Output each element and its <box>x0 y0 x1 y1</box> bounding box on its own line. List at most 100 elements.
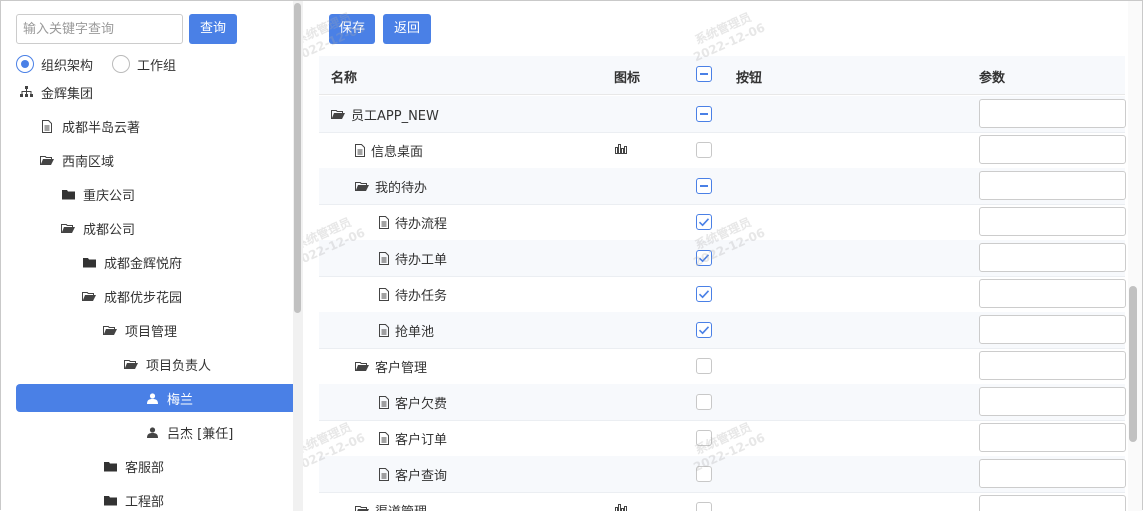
table-row: 渠道管理 <box>319 492 1125 511</box>
tree-node[interactable]: 成都金辉悦府 <box>82 248 182 276</box>
row-name: 渠道管理 <box>375 501 427 511</box>
row-name: 待办流程 <box>395 213 447 232</box>
col-header-buttons: 按钮 <box>736 67 762 86</box>
tree-node[interactable]: 成都半岛云著 <box>40 112 140 140</box>
table-row: 抢单池 <box>319 312 1125 349</box>
row-checkbox[interactable] <box>696 430 712 446</box>
tree-node[interactable]: 工程部 <box>103 486 164 511</box>
row-checkbox[interactable] <box>696 142 712 158</box>
table-row: 信息桌面 <box>319 132 1125 169</box>
row-checkbox[interactable] <box>696 358 712 374</box>
radio-checked-icon <box>16 55 34 73</box>
check-icon <box>697 215 711 233</box>
tree-node[interactable]: 成都公司 <box>61 214 135 242</box>
tree-node-label: 项目负责人 <box>146 355 211 374</box>
file-icon <box>379 216 389 229</box>
table-row: 待办工单 <box>319 240 1125 277</box>
folder-open-icon <box>331 109 345 120</box>
folder-open-icon <box>82 291 96 302</box>
select-all-checkbox[interactable] <box>696 66 712 82</box>
table-row: 客户查询 <box>319 456 1125 493</box>
back-button[interactable]: 返回 <box>383 14 431 44</box>
param-input[interactable] <box>979 387 1126 416</box>
tree-node[interactable]: 吕杰 [兼任] <box>145 418 233 446</box>
tree-node-selected[interactable]: 梅兰 <box>16 384 303 412</box>
folder-open-icon <box>103 325 117 336</box>
file-icon <box>355 144 365 157</box>
tree-node-label: 客服部 <box>125 457 164 476</box>
row-name-cell: 待办流程 <box>379 204 447 240</box>
tree-node[interactable]: 金辉集团 <box>19 78 93 106</box>
param-input[interactable] <box>979 171 1126 200</box>
tree-node[interactable]: 重庆公司 <box>61 180 135 208</box>
row-checkbox[interactable] <box>696 178 712 194</box>
row-name: 我的待办 <box>375 177 427 196</box>
table-row: 客户管理 <box>319 348 1125 385</box>
search-input[interactable] <box>16 14 183 44</box>
row-checkbox[interactable] <box>696 286 712 302</box>
col-header-name: 名称 <box>331 67 357 86</box>
param-input[interactable] <box>979 351 1126 380</box>
tree-node-label: 工程部 <box>125 491 164 510</box>
folder-open-icon <box>61 223 75 234</box>
tree-node-label: 梅兰 <box>167 389 193 408</box>
param-input[interactable] <box>979 135 1126 164</box>
param-input[interactable] <box>979 279 1126 308</box>
file-icon <box>379 252 389 265</box>
scroll-thumb[interactable] <box>294 3 301 313</box>
row-name: 客户欠费 <box>395 393 447 412</box>
radio-label: 组织架构 <box>41 55 93 74</box>
table-row: 我的待办 <box>319 168 1125 205</box>
param-input[interactable] <box>979 243 1126 272</box>
query-button[interactable]: 查询 <box>189 14 237 44</box>
tree-node[interactable]: 项目负责人 <box>124 350 211 378</box>
tree-node-label: 西南区域 <box>62 151 114 170</box>
param-input[interactable] <box>979 423 1126 452</box>
row-checkbox[interactable] <box>696 214 712 230</box>
row-checkbox[interactable] <box>696 250 712 266</box>
tree-node-label: 成都优步花园 <box>104 287 182 306</box>
row-name-cell: 客户欠费 <box>379 384 447 420</box>
tree-node-label: 金辉集团 <box>41 83 93 102</box>
right-scrollbar[interactable] <box>1128 1 1142 511</box>
tree-node-label: 重庆公司 <box>83 185 135 204</box>
tree-node[interactable]: 成都优步花园 <box>82 282 182 310</box>
folder-icon <box>82 257 96 268</box>
tree-node[interactable]: 客服部 <box>103 452 164 480</box>
row-name-cell: 客户订单 <box>379 420 447 456</box>
row-name: 客户管理 <box>375 357 427 376</box>
left-scrollbar[interactable] <box>293 1 303 511</box>
bar-chart-icon <box>615 143 628 158</box>
tree-node-label: 吕杰 [兼任] <box>167 423 233 442</box>
tree-node[interactable]: 项目管理 <box>103 316 177 344</box>
folder-icon <box>103 461 117 472</box>
row-checkbox[interactable] <box>696 466 712 482</box>
row-name-cell: 客户查询 <box>379 456 447 492</box>
radio-workgroup[interactable]: 工作组 <box>112 54 176 74</box>
watermark-user: 系统管理员 <box>685 7 761 52</box>
row-name: 待办任务 <box>395 285 447 304</box>
table-row: 待办流程 <box>319 204 1125 241</box>
org-tree-icon <box>19 86 33 98</box>
file-icon <box>379 288 389 301</box>
tree-node[interactable]: 西南区域 <box>40 146 114 174</box>
row-name: 信息桌面 <box>371 141 423 160</box>
param-input[interactable] <box>979 99 1126 128</box>
radio-org-structure[interactable]: 组织架构 <box>16 54 93 74</box>
scroll-thumb[interactable] <box>1129 286 1137 442</box>
param-input[interactable] <box>979 315 1126 344</box>
param-input[interactable] <box>979 495 1126 511</box>
save-button[interactable]: 保存 <box>329 14 375 44</box>
check-icon <box>697 287 711 305</box>
param-input[interactable] <box>979 207 1126 236</box>
row-checkbox[interactable] <box>696 322 712 338</box>
table-header: 名称 图标 按钮 参数 <box>319 56 1125 95</box>
row-checkbox[interactable] <box>696 106 712 122</box>
table-row: 客户欠费 <box>319 384 1125 421</box>
user-icon <box>145 427 159 438</box>
file-icon <box>379 432 389 445</box>
table-row: 客户订单 <box>319 420 1125 457</box>
param-input[interactable] <box>979 459 1126 488</box>
row-checkbox[interactable] <box>696 394 712 410</box>
permission-panel: 保存 返回 名称 图标 按钮 参数 员工APP_NEW信息桌面我的待办待办流程待… <box>303 1 1142 511</box>
